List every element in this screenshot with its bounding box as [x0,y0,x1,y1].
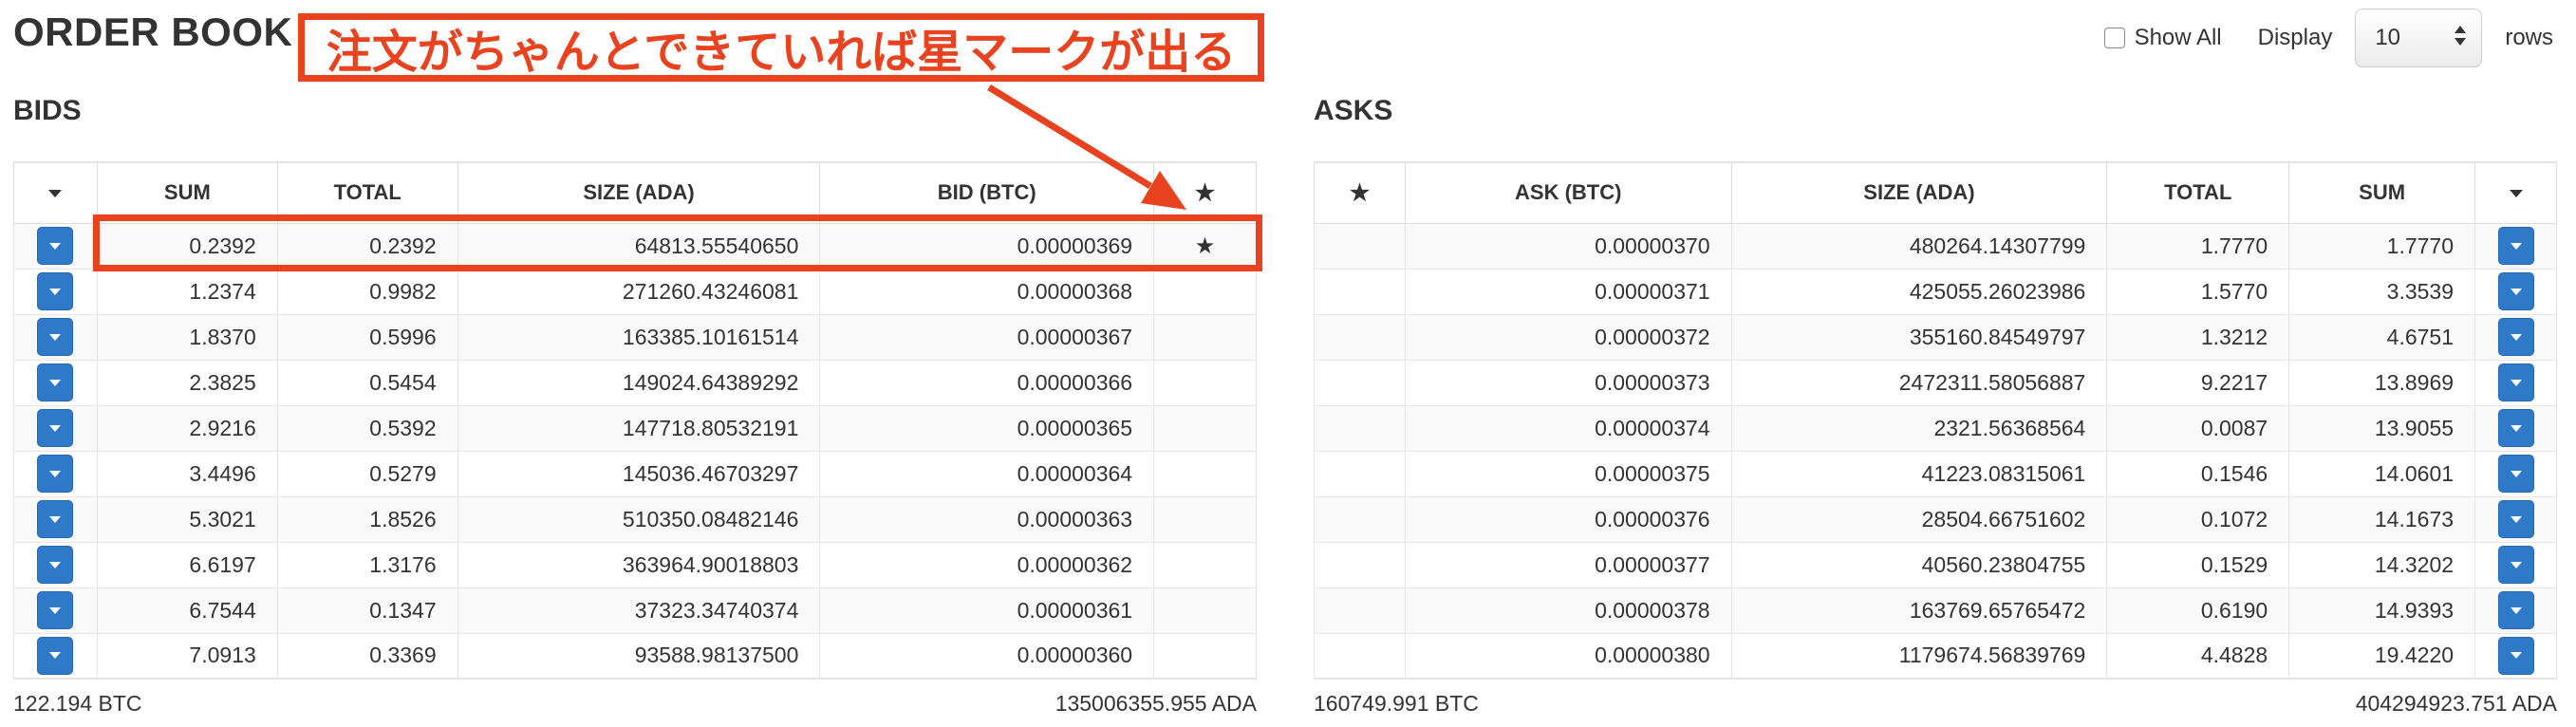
annotation-arrow [987,84,1186,210]
annotation-text: 注文がちゃんとできていれば星マークが出る [326,28,1237,78]
annotation-callout: 注文がちゃんとできていれば星マークが出る [298,13,1264,82]
